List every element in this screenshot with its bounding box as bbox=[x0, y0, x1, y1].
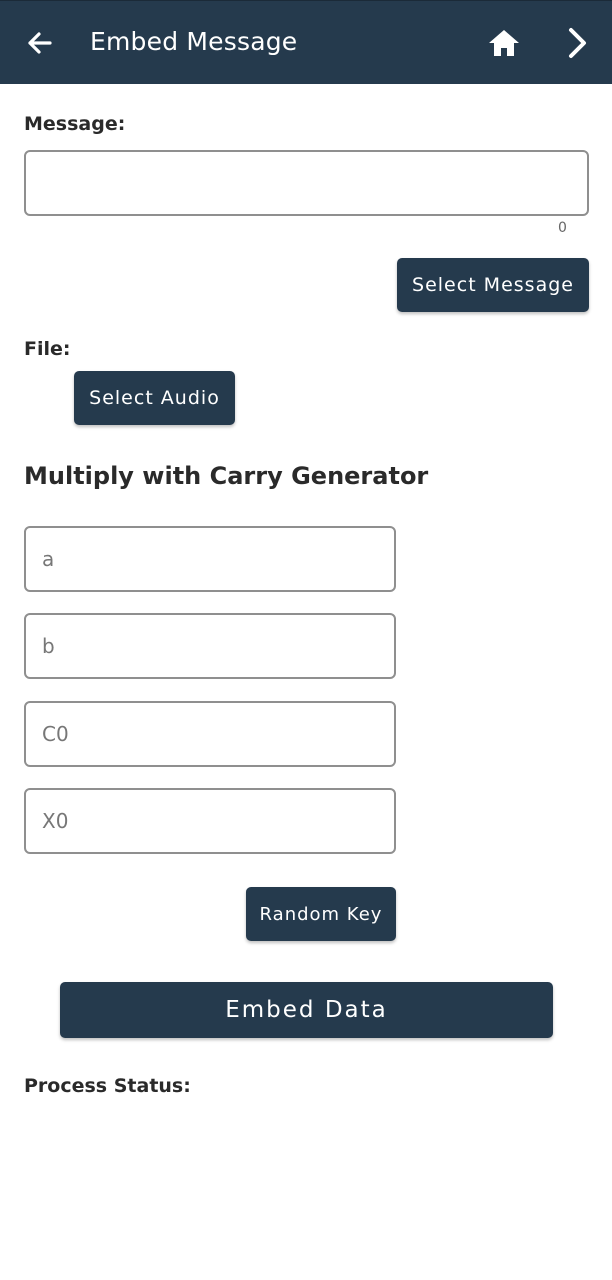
file-label: File: bbox=[24, 338, 71, 360]
message-char-counter: 0 bbox=[558, 220, 567, 236]
select-message-button[interactable]: Select Message bbox=[397, 258, 589, 312]
param-a-field[interactable] bbox=[24, 526, 396, 592]
param-b-field[interactable] bbox=[24, 613, 396, 679]
param-c0-field[interactable] bbox=[24, 701, 396, 767]
arrow-left-icon[interactable] bbox=[22, 25, 58, 61]
chevron-right-icon[interactable] bbox=[560, 23, 596, 63]
process-status-text bbox=[24, 1110, 589, 1140]
select-audio-button[interactable]: Select Audio bbox=[74, 371, 235, 425]
message-label: Message: bbox=[24, 113, 126, 135]
param-x0-field[interactable] bbox=[24, 788, 396, 854]
embed-data-button[interactable]: Embed Data bbox=[60, 982, 553, 1038]
app-bar: Embed Message bbox=[0, 0, 612, 84]
home-icon[interactable] bbox=[486, 27, 522, 59]
message-input[interactable] bbox=[24, 150, 589, 216]
process-status-label: Process Status: bbox=[24, 1075, 191, 1097]
generator-heading: Multiply with Carry Generator bbox=[24, 462, 429, 490]
random-key-button[interactable]: Random Key bbox=[246, 887, 396, 941]
page-title: Embed Message bbox=[90, 27, 298, 56]
